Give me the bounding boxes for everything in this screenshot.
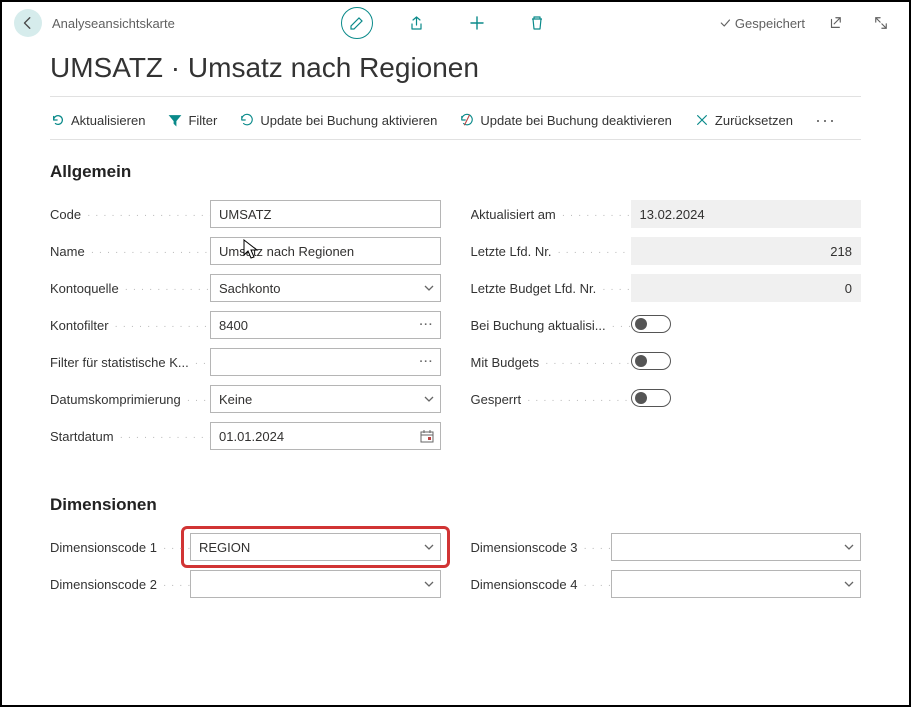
chevron-down-icon	[424, 394, 434, 404]
chevron-down-icon	[424, 579, 434, 589]
pencil-icon	[349, 15, 365, 31]
header-center-actions	[185, 7, 709, 39]
update-enable-label: Update bei Buchung aktivieren	[260, 113, 437, 128]
chevron-down-icon	[424, 283, 434, 293]
dim4-label: Dimensionscode 4	[471, 576, 611, 592]
code-input[interactable]: UMSATZ	[210, 200, 441, 228]
lastbudget-label: Letzte Budget Lfd. Nr.	[471, 280, 631, 296]
upd-on-posting-label: Bei Buchung aktualisi...	[471, 317, 631, 333]
name-label: Name	[50, 243, 210, 259]
lastbudget-value: 0	[631, 274, 862, 302]
breadcrumb: Analyseansichtskarte	[52, 16, 175, 31]
update-disable-label: Update bei Buchung deaktivieren	[480, 113, 672, 128]
updated-value: 13.02.2024	[631, 200, 862, 228]
refresh-action[interactable]: Aktualisieren	[50, 112, 145, 128]
divider	[50, 139, 861, 140]
datecomp-select[interactable]: Keine	[210, 385, 441, 413]
arrow-left-icon	[21, 16, 35, 30]
startdate-label: Startdatum	[50, 428, 210, 444]
lastentry-label: Letzte Lfd. Nr.	[471, 243, 631, 259]
code-label: Code	[50, 206, 210, 222]
reset-action[interactable]: Zurücksetzen	[694, 112, 793, 128]
datecomp-label: Datumskomprimierung	[50, 391, 210, 407]
dim1-highlight: REGION	[181, 526, 450, 568]
dim1-select[interactable]: REGION	[190, 533, 441, 561]
refresh-label: Aktualisieren	[71, 113, 145, 128]
update-disable-action[interactable]: Update bei Buchung deaktivieren	[459, 112, 672, 128]
statfilter-label: Filter für statistische K...	[50, 354, 210, 370]
filter-icon	[167, 112, 183, 128]
name-input[interactable]: Umsatz nach Regionen	[210, 237, 441, 265]
chevron-down-icon	[844, 542, 854, 552]
saved-label: Gespeichert	[735, 16, 805, 31]
calendar-icon	[420, 429, 434, 443]
general-section-title: Allgemein	[50, 148, 861, 196]
trash-icon	[529, 15, 545, 31]
divider	[50, 96, 861, 97]
accfilter-input[interactable]: 8400···	[210, 311, 441, 339]
reset-icon	[694, 112, 710, 128]
more-actions[interactable]: ···	[815, 111, 836, 129]
chevron-down-icon	[424, 542, 434, 552]
new-button[interactable]	[461, 7, 493, 39]
update-enable-action[interactable]: Update bei Buchung aktivieren	[239, 112, 437, 128]
statfilter-input[interactable]: ···	[210, 348, 441, 376]
accsource-label: Kontoquelle	[50, 280, 210, 296]
lookup-icon: ···	[420, 356, 434, 368]
expand-button[interactable]	[865, 7, 897, 39]
reset-label: Zurücksetzen	[715, 113, 793, 128]
lookup-icon: ···	[420, 319, 434, 331]
expand-icon	[874, 16, 888, 30]
back-button[interactable]	[14, 9, 42, 37]
chevron-down-icon	[844, 579, 854, 589]
dimensions-section-title: Dimensionen	[50, 481, 861, 529]
check-icon	[719, 17, 731, 29]
plus-icon	[469, 15, 485, 31]
with-budgets-label: Mit Budgets	[471, 354, 631, 370]
page-title: UMSATZ · Umsatz nach Regionen	[2, 44, 909, 96]
updated-label: Aktualisiert am	[471, 206, 631, 222]
general-grid: Code UMSATZ Name Umsatz nach Regionen Ko…	[50, 196, 861, 455]
dimensions-grid: Dimensionscode 1 REGION Dimensionscode 2…	[50, 529, 861, 603]
dim3-label: Dimensionscode 3	[471, 539, 611, 555]
with-budgets-toggle[interactable]	[631, 352, 671, 370]
dim1-label: Dimensionscode 1	[50, 539, 190, 555]
startdate-input[interactable]: 01.01.2024	[210, 422, 441, 450]
refresh-icon	[50, 112, 66, 128]
lastentry-value: 218	[631, 237, 862, 265]
header-bar: Analyseansichtskarte Gespeichert	[2, 2, 909, 44]
share-button[interactable]	[401, 7, 433, 39]
header-right: Gespeichert	[719, 7, 897, 39]
share-icon	[409, 15, 425, 31]
filter-action[interactable]: Filter	[167, 112, 217, 128]
filter-label: Filter	[188, 113, 217, 128]
update-enable-icon	[239, 112, 255, 128]
edit-button[interactable]	[341, 7, 373, 39]
dim2-label: Dimensionscode 2	[50, 576, 190, 592]
dim2-select[interactable]	[190, 570, 441, 598]
popout-button[interactable]	[819, 7, 851, 39]
accfilter-label: Kontofilter	[50, 317, 210, 333]
update-disable-icon	[459, 112, 475, 128]
dim4-select[interactable]	[611, 570, 862, 598]
saved-indicator: Gespeichert	[719, 16, 805, 31]
blocked-toggle[interactable]	[631, 389, 671, 407]
dim3-select[interactable]	[611, 533, 862, 561]
upd-on-posting-toggle[interactable]	[631, 315, 671, 333]
popout-icon	[828, 16, 842, 30]
accsource-select[interactable]: Sachkonto	[210, 274, 441, 302]
action-bar: Aktualisieren Filter Update bei Buchung …	[50, 105, 861, 139]
blocked-label: Gesperrt	[471, 391, 631, 407]
delete-button[interactable]	[521, 7, 553, 39]
